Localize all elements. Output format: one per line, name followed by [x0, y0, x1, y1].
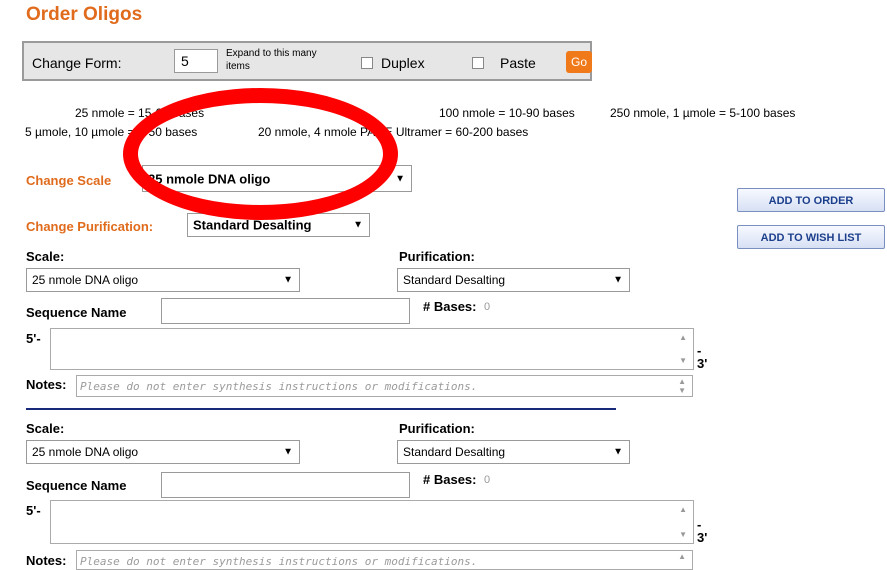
paste-checkbox[interactable] — [472, 57, 484, 69]
add-to-order-button[interactable]: ADD TO ORDER — [737, 188, 885, 212]
notes-placeholder: Please do not enter synthesis instructio… — [80, 380, 478, 393]
duplex-checkbox[interactable] — [361, 57, 373, 69]
go-button[interactable]: Go — [566, 51, 592, 73]
duplex-label: Duplex — [381, 55, 425, 71]
change-purification-label: Change Purification: — [26, 219, 154, 234]
scroll-down-icon[interactable]: ▼ — [679, 356, 687, 365]
scroll-up-icon[interactable]: ▲ — [679, 505, 687, 514]
scale-label: Scale: — [26, 249, 65, 264]
page-title: Order Oligos — [26, 4, 143, 25]
item-count-input[interactable] — [174, 49, 218, 73]
item-divider — [26, 408, 616, 410]
change-form-label: Change Form: — [32, 55, 122, 71]
scale-select[interactable]: 25 nmole DNA oligo ▼ — [26, 268, 300, 292]
three-prime-label: 3' — [697, 356, 708, 371]
purification-label: Purification: — [399, 421, 475, 436]
notes-label: Notes: — [26, 377, 67, 392]
bases-count: 0 — [484, 474, 491, 486]
purification-value: Standard Desalting — [403, 273, 506, 287]
scroll-up-icon[interactable]: ▲ — [678, 377, 686, 386]
bases-label: # Bases: — [423, 299, 477, 314]
five-prime-label: 5'- — [26, 331, 41, 346]
scroll-down-icon[interactable]: ▼ — [679, 530, 687, 539]
three-prime-label: 3' — [697, 530, 708, 545]
change-form-bar: Change Form: Expand to this many items D… — [22, 41, 592, 81]
notes-label: Notes: — [26, 553, 67, 568]
change-scale-label: Change Scale — [26, 173, 112, 188]
bases-label: # Bases: — [423, 472, 477, 487]
purification-value: Standard Desalting — [403, 445, 506, 459]
purification-label: Purification: — [399, 249, 475, 264]
sequence-textarea[interactable]: ▲ ▼ — [50, 328, 694, 370]
sequence-name-label: Sequence Name — [26, 478, 127, 493]
expand-hint: Expand to this many items — [226, 48, 317, 72]
info-scale-100nmole: 100 nmole = 10-90 bases — [439, 106, 575, 120]
scroll-up-icon[interactable]: ▲ — [678, 552, 686, 561]
chevron-down-icon: ▼ — [395, 173, 405, 184]
chevron-down-icon: ▼ — [353, 219, 363, 231]
chevron-down-icon: ▼ — [613, 446, 623, 458]
sequence-name-label: Sequence Name — [26, 305, 127, 320]
five-prime-label: 5'- — [26, 503, 41, 518]
chevron-down-icon: ▼ — [283, 446, 293, 458]
bases-count: 0 — [484, 301, 491, 313]
sequence-textarea[interactable]: ▲ ▼ — [50, 500, 694, 544]
scale-label: Scale: — [26, 421, 65, 436]
notes-textarea[interactable]: Please do not enter synthesis instructio… — [76, 550, 693, 570]
paste-label: Paste — [500, 55, 536, 71]
sequence-name-input[interactable] — [161, 472, 410, 498]
add-to-wish-list-button[interactable]: ADD TO WISH LIST — [737, 225, 885, 249]
scroll-down-icon[interactable]: ▼ — [678, 386, 686, 395]
notes-placeholder: Please do not enter synthesis instructio… — [80, 555, 478, 568]
scale-value: 25 nmole DNA oligo — [32, 273, 139, 287]
notes-textarea[interactable]: Please do not enter synthesis instructio… — [76, 375, 693, 397]
chevron-down-icon: ▼ — [613, 274, 623, 286]
chevron-down-icon: ▼ — [283, 274, 293, 286]
scroll-up-icon[interactable]: ▲ — [679, 333, 687, 342]
scale-value: 25 nmole DNA oligo — [32, 445, 139, 459]
sequence-name-input[interactable] — [161, 298, 410, 324]
annotation-oval — [123, 88, 398, 220]
info-scale-250nmole: 250 nmole, 1 µmole = 5-100 bases — [610, 106, 796, 120]
purification-select[interactable]: Standard Desalting ▼ — [397, 268, 630, 292]
purification-select[interactable]: Standard Desalting ▼ — [397, 440, 630, 464]
scale-select[interactable]: 25 nmole DNA oligo ▼ — [26, 440, 300, 464]
